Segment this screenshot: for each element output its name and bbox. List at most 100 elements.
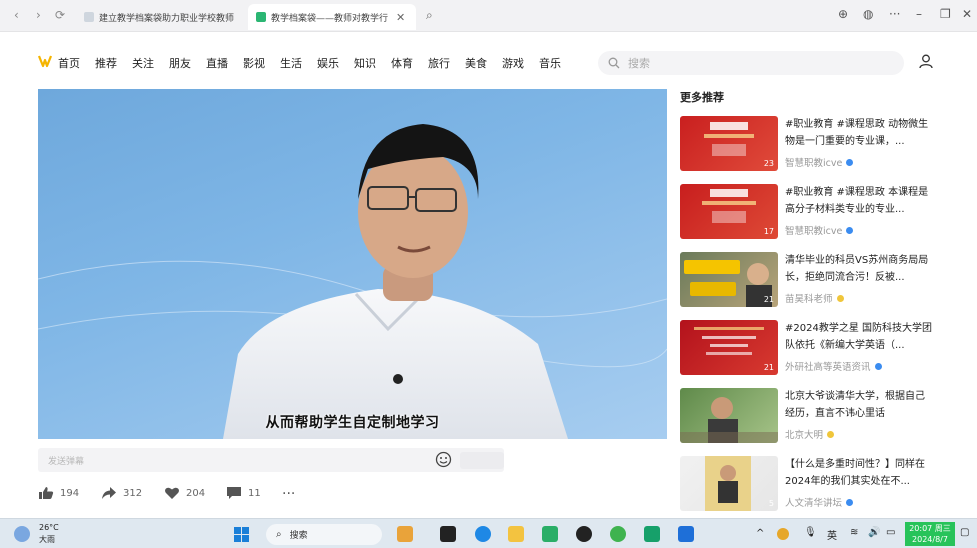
recommend-author[interactable]: 外研社高等英语资讯: [785, 359, 871, 373]
browser-tab-bar: ‹ › ⟳ 建立教学档案袋助力职业学校教师 教学档案袋——教师对教学行 ✕ ⌕ …: [0, 0, 977, 32]
close-tab-icon[interactable]: ✕: [396, 11, 405, 24]
recommend-title: 【什么是多重时间性？】同样在2024年的我们其实处在不...: [785, 459, 925, 487]
minimize-icon[interactable]: –: [916, 7, 922, 21]
wechat-icon[interactable]: [542, 526, 558, 542]
taskbar-search[interactable]: ⌕ 搜索: [266, 524, 382, 545]
windows-start-icon[interactable]: [234, 527, 249, 542]
tab-archive-2[interactable]: 教学档案袋——教师对教学行 ✕: [248, 4, 416, 30]
recommend-title: #职业教育 #课程思政 动物微生物是一门重要的专业课，...: [785, 119, 929, 147]
recommend-title: 清华毕业的科员VS苏州商务局局长，拒绝同流合污！反被...: [785, 255, 929, 283]
recommend-title: 北京大爷谈清华大学，根据自己经历，直言不讳心里话: [785, 391, 925, 419]
recommend-item[interactable]: 21 #2024教学之星 国防科技大学团队依托《新编大学英语（... 外研社高等…: [680, 320, 970, 378]
nav-item-music[interactable]: 音乐: [539, 55, 561, 71]
task-view-icon[interactable]: [440, 526, 456, 542]
nav-item-life[interactable]: 生活: [280, 55, 302, 71]
ie-browser-icon[interactable]: [610, 526, 626, 542]
comment-count: 11: [248, 487, 261, 499]
nav-item-food[interactable]: 美食: [465, 55, 487, 71]
search-icon: [608, 57, 620, 69]
comment-button[interactable]: 11: [226, 486, 261, 500]
restore-icon[interactable]: ❐: [940, 7, 951, 21]
send-danmaku-button[interactable]: [460, 452, 504, 469]
verified-badge-icon: [874, 362, 882, 370]
recommend-author-row: 人文清华讲坛: [785, 495, 854, 509]
tray-expand-icon[interactable]: ^: [756, 528, 764, 539]
recommend-author[interactable]: 智慧职教icve: [785, 223, 842, 237]
back-icon[interactable]: ‹: [14, 8, 19, 22]
tab-archive-1[interactable]: 建立教学档案袋助力职业学校教师: [76, 4, 246, 30]
clock-time: 20:07 周三: [909, 524, 951, 533]
download-icon[interactable]: ⊕: [838, 7, 848, 21]
nav-item-games[interactable]: 游戏: [502, 55, 524, 71]
nav-item-home[interactable]: 首页: [58, 55, 80, 71]
share-button[interactable]: 312: [101, 486, 142, 500]
nav-item-recommend[interactable]: 推荐: [95, 55, 117, 71]
recommend-item[interactable]: 21 清华毕业的科员VS苏州商务局局长，拒绝同流合污！反被... 苗昊科老师: [680, 252, 970, 310]
danmaku-placeholder: 发送弹幕: [48, 457, 85, 467]
recommend-author[interactable]: 智慧职教icve: [785, 155, 842, 169]
nav-item-travel[interactable]: 旅行: [428, 55, 450, 71]
notification-icon[interactable]: ▢: [960, 527, 969, 538]
qq-icon[interactable]: [576, 526, 592, 542]
recommend-item[interactable]: 23 #职业教育 #课程思政 动物微生物是一门重要的专业课，... 智慧职教ic…: [680, 116, 970, 174]
forward-icon[interactable]: ›: [36, 8, 41, 22]
globe-icon[interactable]: ◍: [863, 7, 873, 21]
windows-taskbar: 26°C 大雨 ⌕ 搜索 ^ 🎙 英 ≋ 🔊 ▭ 20:07 周三 2024/8…: [0, 518, 977, 548]
volume-icon[interactable]: 🔊: [868, 527, 880, 538]
favorite-button[interactable]: 204: [164, 486, 205, 500]
nav-item-follow[interactable]: 关注: [132, 55, 154, 71]
taskbar-search-icon: ⌕: [276, 529, 282, 540]
recommend-item[interactable]: 北京大爷谈清华大学，根据自己经历，直言不讳心里话 北京大明: [680, 388, 970, 446]
play-count: 23: [763, 159, 774, 168]
new-tab-search-icon[interactable]: ⌕: [426, 8, 433, 23]
nav-item-live[interactable]: 直播: [206, 55, 228, 71]
video-player[interactable]: 从而帮助学生自定制地学习: [38, 89, 667, 439]
user-avatar-icon[interactable]: [918, 53, 934, 69]
recommend-author[interactable]: 北京大明: [785, 427, 823, 441]
weather-rain-icon[interactable]: [14, 526, 30, 542]
microphone-icon[interactable]: 🎙: [804, 527, 817, 538]
favorite-count: 204: [186, 487, 206, 499]
search-placeholder: 搜索: [628, 57, 650, 70]
nav-item-entertainment[interactable]: 娱乐: [317, 55, 339, 71]
recommend-item[interactable]: 5 【什么是多重时间性？】同样在2024年的我们其实处在不... 人文清华讲坛: [680, 456, 970, 514]
recommend-author[interactable]: 人文清华讲坛: [785, 495, 842, 509]
recommend-item[interactable]: 17 #职业教育 #课程思政 本课程是高分子材料类专业的专业... 智慧职教ic…: [680, 184, 970, 242]
nav-item-films[interactable]: 影视: [243, 55, 265, 71]
app-widget-icon[interactable]: [397, 526, 413, 542]
comment-icon: [227, 487, 241, 499]
taskbar-clock[interactable]: 20:07 周三 2024/8/7: [905, 522, 955, 546]
recommend-author-row: 苗昊科老师: [785, 291, 844, 305]
more-actions-icon[interactable]: ···: [282, 486, 295, 502]
share-count: 312: [123, 487, 143, 499]
recommend-author[interactable]: 苗昊科老师: [785, 291, 833, 305]
ime-indicator[interactable]: 英: [827, 527, 837, 542]
play-count: 5: [768, 499, 774, 508]
tray-app-icon[interactable]: [777, 528, 789, 540]
close-window-icon[interactable]: ✕: [962, 7, 972, 21]
app-blue-icon[interactable]: [678, 526, 694, 542]
battery-icon[interactable]: ▭: [886, 527, 895, 538]
share-icon: [102, 487, 116, 499]
edge-browser-icon[interactable]: [475, 526, 491, 542]
recommend-heading: 更多推荐: [680, 91, 724, 104]
emoji-icon[interactable]: [435, 451, 452, 468]
verified-badge-icon: [846, 158, 854, 166]
nav-item-knowledge[interactable]: 知识: [354, 55, 376, 71]
site-logo-icon[interactable]: [38, 54, 52, 68]
refresh-icon[interactable]: ⟳: [55, 8, 65, 22]
thumbs-up-icon: [39, 487, 54, 499]
creator-badge-icon: [827, 430, 835, 438]
file-explorer-icon[interactable]: [508, 526, 524, 542]
wifi-icon[interactable]: ≋: [850, 527, 858, 538]
nav-item-sports[interactable]: 体育: [391, 55, 413, 71]
play-count: 21: [763, 295, 774, 304]
nav-item-friends[interactable]: 朋友: [169, 55, 191, 71]
tab-title: 建立教学档案袋助力职业学校教师: [99, 13, 235, 24]
tab-favicon-icon: [84, 12, 94, 22]
app-green-icon[interactable]: [644, 526, 660, 542]
search-box[interactable]: 搜索: [598, 51, 904, 75]
like-button[interactable]: 194: [38, 486, 79, 500]
more-icon[interactable]: ···: [889, 7, 900, 21]
video-thumbnail: 5: [680, 456, 778, 511]
